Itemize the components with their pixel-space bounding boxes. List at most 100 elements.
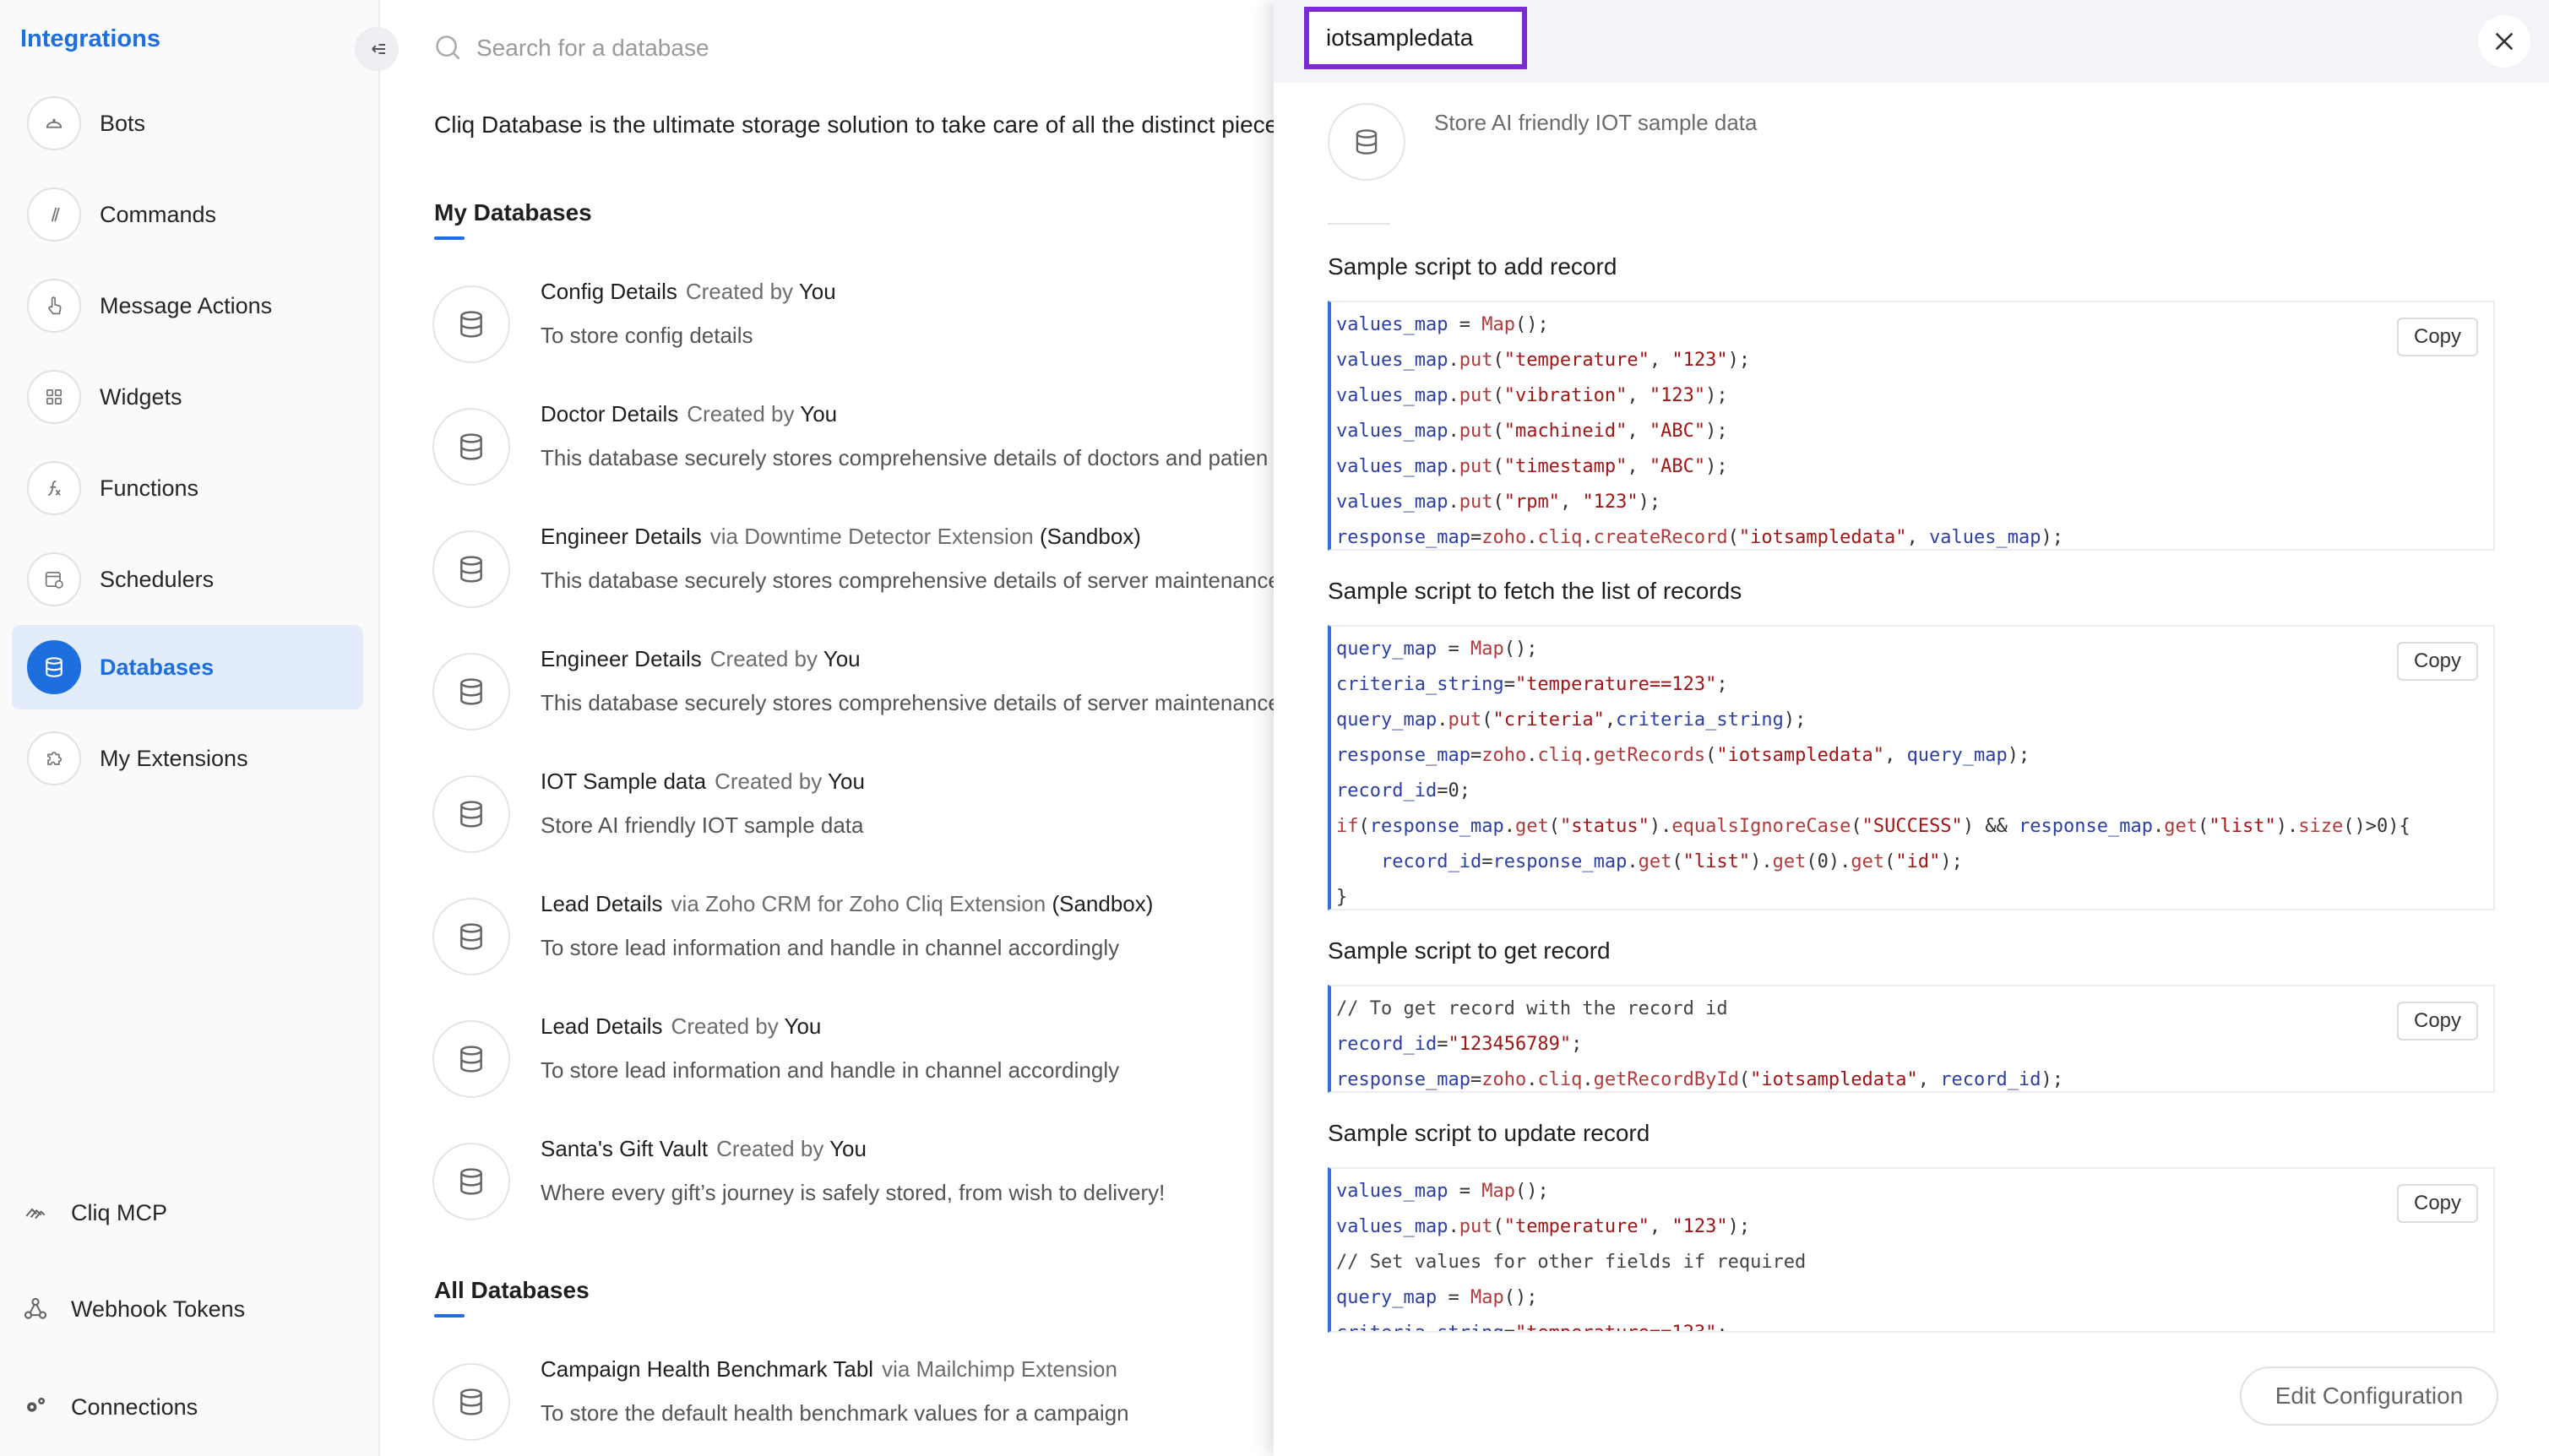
database-title-line: Lead Details via Zoho CRM for Zoho Cliq E… bbox=[541, 891, 1153, 917]
code-line: values_map.put("rpm", "123"); bbox=[1336, 492, 1661, 513]
sidebar-item-commands[interactable]: Commands bbox=[12, 172, 363, 257]
database-icon bbox=[432, 1143, 510, 1220]
sidebar-item-label: Cliq MCP bbox=[71, 1199, 168, 1225]
sidebar-item-message-actions[interactable]: Message Actions bbox=[12, 263, 363, 348]
database-name: Lead Details bbox=[541, 1013, 663, 1039]
code-line: values_map.put("temperature", "123"); bbox=[1336, 1216, 1751, 1237]
database-description: To store lead information and handle in … bbox=[541, 1057, 1120, 1083]
intro-text: Cliq Database is the ultimate storage so… bbox=[434, 111, 1274, 138]
code-line: values_map = Map(); bbox=[1336, 314, 1549, 335]
database-meta-prefix: Created by bbox=[709, 646, 818, 671]
sidebar-item-label: Message Actions bbox=[100, 292, 273, 318]
code-line: values_map.put("temperature", "123"); bbox=[1336, 350, 1751, 371]
sidebar-item-webhook-tokens[interactable]: Webhook Tokens bbox=[12, 1269, 363, 1350]
script-title: Sample script to update record bbox=[1328, 1120, 1650, 1146]
all-databases-title: All Databases bbox=[434, 1277, 590, 1303]
sidebar-item-bots[interactable]: Bots bbox=[12, 81, 363, 166]
database-title-line: Engineer Details Created by You bbox=[541, 646, 861, 672]
sidebar-item-connections[interactable]: Connections bbox=[12, 1366, 363, 1448]
code-line: if(response_map.get("status").equalsIgno… bbox=[1336, 816, 2410, 837]
code-line: query_map = Map(); bbox=[1336, 638, 1538, 660]
sidebar-item-label: Webhook Tokens bbox=[71, 1296, 246, 1322]
database-row[interactable]: Campaign Health Benchmark Tabl via Mailch… bbox=[432, 1356, 1274, 1449]
database-meta: Created by You bbox=[686, 279, 836, 304]
main-content: Search for a database Cliq Database is t… bbox=[382, 0, 1274, 1456]
sidebar-item-schedulers[interactable]: Schedulers bbox=[12, 537, 363, 622]
database-meta: Created by You bbox=[710, 646, 861, 671]
database-row[interactable]: Santa's Gift Vault Created by You Where ev… bbox=[432, 1136, 1274, 1229]
database-meta-value: Zoho CRM for Zoho Cliq Extension bbox=[705, 891, 1046, 916]
sidebar-item-label: Connections bbox=[71, 1394, 198, 1420]
database-row[interactable]: IOT Sample data Created by You Store AI fr… bbox=[432, 769, 1274, 861]
code-line: record_id="123456789"; bbox=[1336, 1034, 1583, 1055]
database-name: Doctor Details bbox=[541, 401, 679, 426]
sidebar-item-widgets[interactable]: Widgets bbox=[12, 355, 363, 439]
database-icon bbox=[432, 408, 510, 486]
database-row[interactable]: Config Details Created by You To store con… bbox=[432, 279, 1274, 372]
search-bar[interactable]: Search for a database bbox=[432, 32, 709, 64]
database-icon bbox=[432, 285, 510, 363]
database-meta: Created by You bbox=[715, 769, 865, 794]
database-row[interactable]: Lead Details Created by You To store lead … bbox=[432, 1013, 1274, 1106]
close-button[interactable] bbox=[2478, 15, 2530, 68]
database-row[interactable]: Engineer Details Created by You This datab… bbox=[432, 646, 1274, 739]
database-meta-prefix: Created by bbox=[715, 769, 823, 794]
code-line: query_map.put("criteria",criteria_string… bbox=[1336, 709, 1807, 731]
section-underline bbox=[434, 1314, 465, 1317]
my-databases-title: My Databases bbox=[434, 199, 592, 225]
database-meta: via Mailchimp Extension bbox=[882, 1356, 1117, 1382]
panel-title-box: iotsampledata bbox=[1304, 7, 1527, 69]
code-line: values_map.put("machineid", "ABC"); bbox=[1336, 421, 1728, 442]
database-meta-prefix: Created by bbox=[685, 279, 794, 304]
code-line: response_map=zoho.cliq.getRecordById("io… bbox=[1336, 1069, 2064, 1090]
connections-icon bbox=[12, 1380, 59, 1434]
database-meta-value: You bbox=[784, 1013, 822, 1039]
sidebar-item-cliq-mcp[interactable]: Cliq MCP bbox=[12, 1172, 363, 1253]
database-meta-value: You bbox=[800, 401, 838, 426]
sidebar-item-functions[interactable]: Functions bbox=[12, 446, 363, 530]
puzzle-icon bbox=[27, 731, 81, 785]
database-icon bbox=[432, 1363, 510, 1441]
database-meta-value: You bbox=[829, 1136, 867, 1161]
sidebar-item-label: Widgets bbox=[100, 383, 182, 410]
mcp-icon bbox=[12, 1186, 59, 1240]
copy-button[interactable]: Copy bbox=[2397, 1184, 2478, 1223]
edit-configuration-button[interactable]: Edit Configuration bbox=[2240, 1366, 2498, 1426]
copy-button[interactable]: Copy bbox=[2397, 1002, 2478, 1040]
slash-icon bbox=[27, 187, 81, 242]
code-line: values_map.put("vibration", "123"); bbox=[1336, 385, 1728, 406]
database-icon bbox=[432, 775, 510, 853]
code-line: // To get record with the record id bbox=[1336, 998, 1728, 1019]
code-line: values_map = Map(); bbox=[1336, 1181, 1549, 1202]
database-description: This database securely stores comprehens… bbox=[541, 445, 1269, 470]
database-meta-prefix: Created by bbox=[687, 401, 795, 426]
database-meta-prefix: via bbox=[709, 524, 739, 549]
code-line: criteria_string="temperature==123"; bbox=[1336, 674, 1728, 695]
panel-header: iotsampledata bbox=[1274, 0, 2549, 83]
database-title-line: Campaign Health Benchmark Tabl via Mailch… bbox=[541, 1356, 1117, 1383]
sidebar-item-my-extensions[interactable]: My Extensions bbox=[12, 716, 363, 801]
panel-title: iotsampledata bbox=[1326, 24, 1474, 51]
copy-button[interactable]: Copy bbox=[2397, 642, 2478, 681]
copy-button[interactable]: Copy bbox=[2397, 318, 2478, 356]
collapse-sidebar-button[interactable] bbox=[355, 27, 399, 71]
collapse-arrow-icon bbox=[372, 44, 385, 54]
database-title-line: Santa's Gift Vault Created by You bbox=[541, 1136, 867, 1162]
database-row[interactable]: Doctor Details Created by You This databas… bbox=[432, 401, 1274, 494]
sidebar-item-label: Databases bbox=[100, 654, 215, 680]
database-meta: Created by You bbox=[671, 1013, 822, 1039]
database-row[interactable]: Engineer Details via Downtime Detector Ex… bbox=[432, 524, 1274, 617]
database-name: Lead Details bbox=[541, 891, 663, 916]
database-description: This database securely stores comprehens… bbox=[541, 690, 1274, 715]
database-icon bbox=[1328, 103, 1405, 181]
database-icon bbox=[432, 653, 510, 731]
database-name: Config Details bbox=[541, 279, 677, 304]
search-input[interactable]: Search for a database bbox=[476, 35, 709, 62]
database-meta: Created by You bbox=[687, 401, 837, 426]
database-title-line: Config Details Created by You bbox=[541, 279, 836, 305]
database-suffix: (Sandbox) bbox=[1039, 524, 1141, 549]
database-row[interactable]: Lead Details via Zoho CRM for Zoho Cliq E… bbox=[432, 891, 1274, 984]
sidebar-item-databases[interactable]: Databases bbox=[12, 625, 363, 709]
database-icon bbox=[432, 1020, 510, 1098]
database-description: To store config details bbox=[541, 323, 753, 348]
